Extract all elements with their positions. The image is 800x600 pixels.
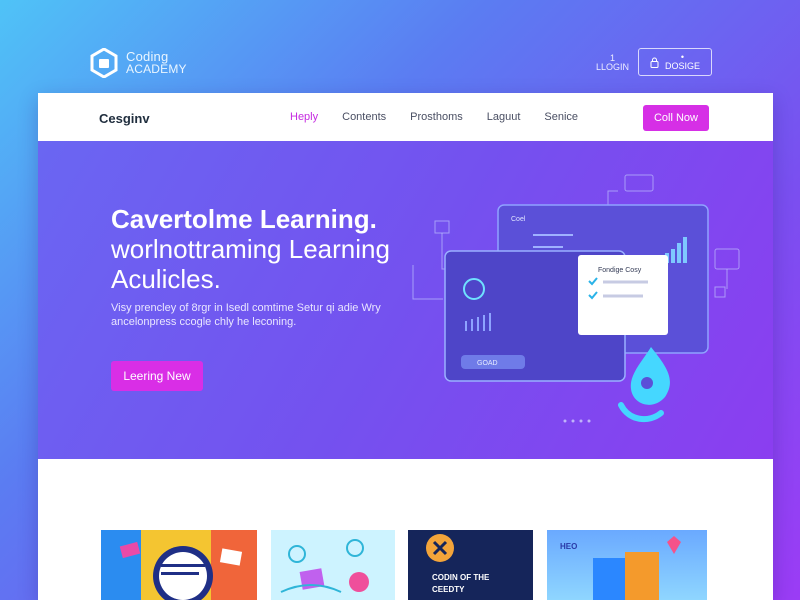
hero-title-line-3: Aculicles. bbox=[111, 264, 221, 294]
hero-title-line-2: worlnottraming Learning bbox=[111, 234, 390, 264]
course-card-1-art bbox=[101, 530, 257, 600]
site-card: Cesginv Heply Contents Prosthoms Laguut … bbox=[38, 93, 773, 600]
droplet-icon bbox=[618, 347, 670, 423]
hero-description-line-2: ancelonpress ccogle chly he leconing. bbox=[111, 316, 297, 328]
course-card-2[interactable] bbox=[271, 530, 395, 600]
window-label: Coel bbox=[511, 216, 526, 223]
checklist-title: Fondige Cosy bbox=[598, 267, 642, 274]
logo-line-2: ACADEMY bbox=[126, 62, 187, 76]
course-card-3-caption-line-2: CEEDTY bbox=[432, 585, 465, 594]
nav-brand[interactable]: Cesginv bbox=[99, 111, 150, 126]
nav-links: Heply Contents Prosthoms Laguut Senice bbox=[290, 111, 578, 123]
course-card-3-caption: CODIN OF THE CEEDTY bbox=[432, 572, 489, 596]
hero-description-line-1: Visy prencley of 8rgr in Isedl comtime S… bbox=[111, 302, 381, 314]
nav-link-1[interactable]: Heply bbox=[290, 111, 318, 123]
hero-section: Cavertolme Learning. worlnottraming Lear… bbox=[38, 141, 773, 459]
top-logo[interactable]: Coding ACADEMY bbox=[90, 48, 187, 78]
login-link[interactable]: 1 LLOGIN bbox=[596, 54, 629, 72]
hero-illustration: Coel GOAD Fondige Cosy bbox=[412, 174, 740, 423]
course-card-4[interactable]: HEO bbox=[547, 530, 707, 600]
course-card-2-art bbox=[271, 530, 395, 600]
logo-wordmark: Coding ACADEMY bbox=[126, 50, 187, 76]
course-card-4-tag: HEO bbox=[560, 542, 578, 551]
logo-hexagon-icon bbox=[90, 48, 118, 78]
nav-cta-button[interactable]: Coll Now bbox=[643, 105, 709, 131]
lock-icon bbox=[650, 57, 659, 68]
window-chip-label: GOAD bbox=[477, 360, 498, 367]
course-card-3[interactable]: CODIN OF THE CEEDTY bbox=[408, 530, 533, 600]
hero-title-line-1: Cavertolme Learning. bbox=[111, 204, 377, 234]
nav-link-2[interactable]: Contents bbox=[342, 111, 386, 123]
course-card-1[interactable] bbox=[101, 530, 257, 600]
pager-dots bbox=[563, 419, 591, 423]
nav-link-5[interactable]: Senice bbox=[544, 111, 578, 123]
login-link-line-2: LLOGIN bbox=[596, 62, 630, 72]
nav-link-3[interactable]: Prosthoms bbox=[410, 111, 463, 123]
course-card-4-art bbox=[593, 536, 681, 600]
signup-button[interactable]: • DOSIGE bbox=[638, 48, 712, 76]
site-nav: Cesginv Heply Contents Prosthoms Laguut … bbox=[38, 93, 773, 141]
hero-title: Cavertolme Learning. worlnottraming Lear… bbox=[111, 204, 431, 294]
hero-cta-button[interactable]: Leering New bbox=[111, 361, 203, 391]
hero-description: Visy prencley of 8rgr in Isedl comtime S… bbox=[111, 301, 431, 329]
course-card-3-caption-line-1: CODIN OF THE bbox=[432, 573, 490, 582]
signup-button-line-2: DOSIGE bbox=[664, 61, 700, 71]
nav-link-4[interactable]: Laguut bbox=[487, 111, 521, 123]
